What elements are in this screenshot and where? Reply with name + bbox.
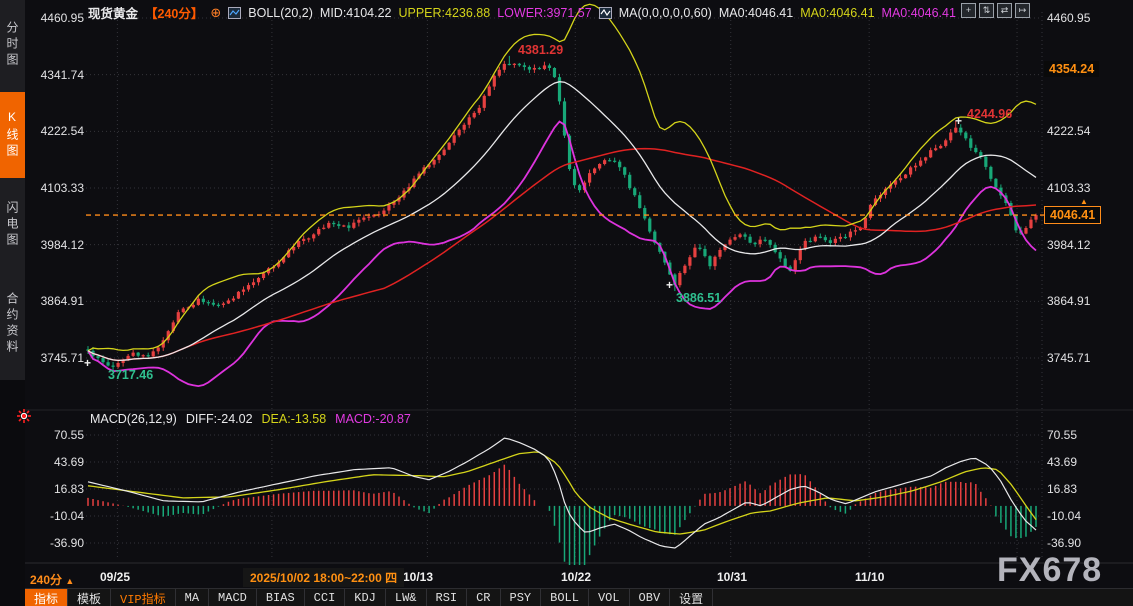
toolbar-button-macd[interactable]: MACD (209, 589, 257, 606)
zoom-horizontal-icon[interactable]: ⇄ (997, 3, 1012, 18)
boll-indicator-icon (228, 7, 241, 19)
x-axis-date: 10/22 (561, 570, 591, 584)
chart-header: 现货黄金 【240分】 ⊕ BOLL(20,2) MID:4104.22 UPP… (88, 3, 956, 22)
kline-chart-canvas[interactable] (25, 0, 1133, 565)
macd-axis-label: -36.90 (1047, 536, 1101, 550)
x-axis-date: 09/25 (100, 570, 130, 584)
sidebar-tab-kline-chart[interactable]: K线图 (0, 92, 25, 178)
y-axis-label: 4222.54 (1047, 124, 1101, 138)
high-cross-marker: + (955, 114, 962, 128)
toolbar-button-boll[interactable]: BOLL (541, 589, 589, 606)
indicator-toolbar: 指标 模板 VIP指标 MA MACD BIAS CCI KDJ LW& RSI… (25, 588, 1133, 606)
macd-axis-label: -36.90 (30, 536, 84, 550)
x-axis-date: 11/10 (855, 570, 884, 584)
boll-mid-value: MID:4104.22 (320, 6, 392, 20)
toolbar-button-kdj[interactable]: KDJ (345, 589, 386, 606)
session-high-tag: 4354.24 (1044, 61, 1099, 77)
toolbar-button-settings[interactable]: 设置 (670, 589, 713, 606)
macd-axis-label: -10.04 (30, 509, 84, 523)
collapse-circle-icon[interactable]: ⊕ (210, 5, 221, 21)
last-price-arrow-icon: ▲ (1080, 197, 1088, 206)
macd-params-label: MACD(26,12,9) (90, 412, 177, 426)
toolbar-button-indicator[interactable]: 指标 (25, 589, 68, 606)
period-selector[interactable]: 240分 ▲ (30, 571, 74, 588)
y-axis-label: 3864.91 (1047, 294, 1101, 308)
sidebar-tab-contract-info[interactable]: 合约资料 (0, 272, 25, 376)
y-axis-label: 3984.12 (1047, 238, 1101, 252)
sidebar-tab-lightning-chart[interactable]: 闪电图 (0, 186, 25, 264)
macd-diff-value: DIFF:-24.02 (186, 412, 253, 426)
macd-axis-label: 70.55 (30, 428, 84, 442)
toolbar-button-obv[interactable]: OBV (630, 589, 671, 606)
boll-lower-value: LOWER:3971.57 (497, 6, 592, 20)
x-axis-date: 10/13 (403, 570, 433, 584)
ma-indicator-icon (599, 7, 612, 19)
y-axis-label: 4460.95 (30, 11, 84, 25)
left-sidebar: 分时图 K线图 闪电图 合约资料 (0, 0, 25, 606)
crosshair-time-tooltip: 2025/10/02 18:00~22:00 四 (243, 568, 404, 587)
toolbar-button-ma[interactable]: MA (176, 589, 209, 606)
toolbar-button-psy[interactable]: PSY (501, 589, 542, 606)
alert-burst-icon[interactable] (17, 409, 31, 428)
early-low-cross-marker: + (84, 356, 91, 370)
toolbar-button-lw[interactable]: LW& (386, 589, 427, 606)
x-axis-date: 10/31 (717, 570, 747, 584)
sidebar-tab-time-chart[interactable]: 分时图 (0, 6, 25, 84)
toolbar-button-cr[interactable]: CR (467, 589, 500, 606)
ma-value-1: MA0:4046.41 (719, 6, 793, 20)
toolbar-button-cci[interactable]: CCI (305, 589, 346, 606)
macd-axis-label: 70.55 (1047, 428, 1101, 442)
shift-right-icon[interactable]: ↦ (1015, 3, 1030, 18)
y-axis-label: 3745.71 (1047, 351, 1101, 365)
toolbar-button-vol[interactable]: VOL (589, 589, 630, 606)
period-badge[interactable]: 【240分】 (145, 3, 203, 22)
last-price-tag: 4046.41 (1044, 206, 1101, 224)
y-axis-label: 3864.91 (30, 294, 84, 308)
pan-tool-icon[interactable]: + (961, 3, 976, 18)
macd-header: MACD(26,12,9) DIFF:-24.02 DEA:-13.58 MAC… (90, 412, 411, 426)
y-axis-label: 4222.54 (30, 124, 84, 138)
y-axis-label: 3984.12 (30, 238, 84, 252)
fx678-watermark: FX678 (997, 551, 1102, 590)
toolbar-button-template[interactable]: 模板 (68, 589, 111, 606)
toolbar-button-rsi[interactable]: RSI (427, 589, 468, 606)
macd-axis-label: 43.69 (30, 455, 84, 469)
y-axis-label: 4103.33 (30, 181, 84, 195)
ma-label: MA(0,0,0,0,0,60) (619, 6, 712, 20)
zoom-vertical-icon[interactable]: ⇅ (979, 3, 994, 18)
symbol-name: 现货黄金 (88, 3, 138, 22)
y-axis-label: 4341.74 (30, 68, 84, 82)
macd-axis-label: 43.69 (1047, 455, 1101, 469)
macd-value: MACD:-20.87 (335, 412, 411, 426)
second-high-annotation: 4244.96 (967, 107, 1012, 121)
macd-axis-label: 16.83 (1047, 482, 1101, 496)
peak-price-annotation: 4381.29 (518, 43, 563, 57)
ma-value-3: MA0:4046.41 (882, 6, 956, 20)
macd-dea-value: DEA:-13.58 (262, 412, 327, 426)
toolbar-button-bias[interactable]: BIAS (257, 589, 305, 606)
early-low-annotation: 3717.46 (108, 368, 153, 382)
boll-label: BOLL(20,2) (248, 6, 313, 20)
boll-upper-value: UPPER:4236.88 (398, 6, 490, 20)
y-axis-label: 4103.33 (1047, 181, 1101, 195)
low-price-annotation: 3886.51 (676, 291, 721, 305)
period-dropdown-arrow: ▲ (65, 576, 74, 586)
macd-axis-label: -10.04 (1047, 509, 1101, 523)
toolbar-button-vip-indicator[interactable]: VIP指标 (111, 589, 176, 606)
y-axis-label: 3745.71 (30, 351, 84, 365)
low-cross-marker: + (666, 278, 673, 292)
chart-tool-icons: + ⇅ ⇄ ↦ (961, 3, 1030, 18)
macd-axis-label: 16.83 (30, 482, 84, 496)
app-window: 分时图 K线图 闪电图 合约资料 现货黄金 【240分】 ⊕ BOLL(20,2… (0, 0, 1133, 606)
ma-value-2: MA0:4046.41 (800, 6, 874, 20)
y-axis-label: 4460.95 (1047, 11, 1101, 25)
